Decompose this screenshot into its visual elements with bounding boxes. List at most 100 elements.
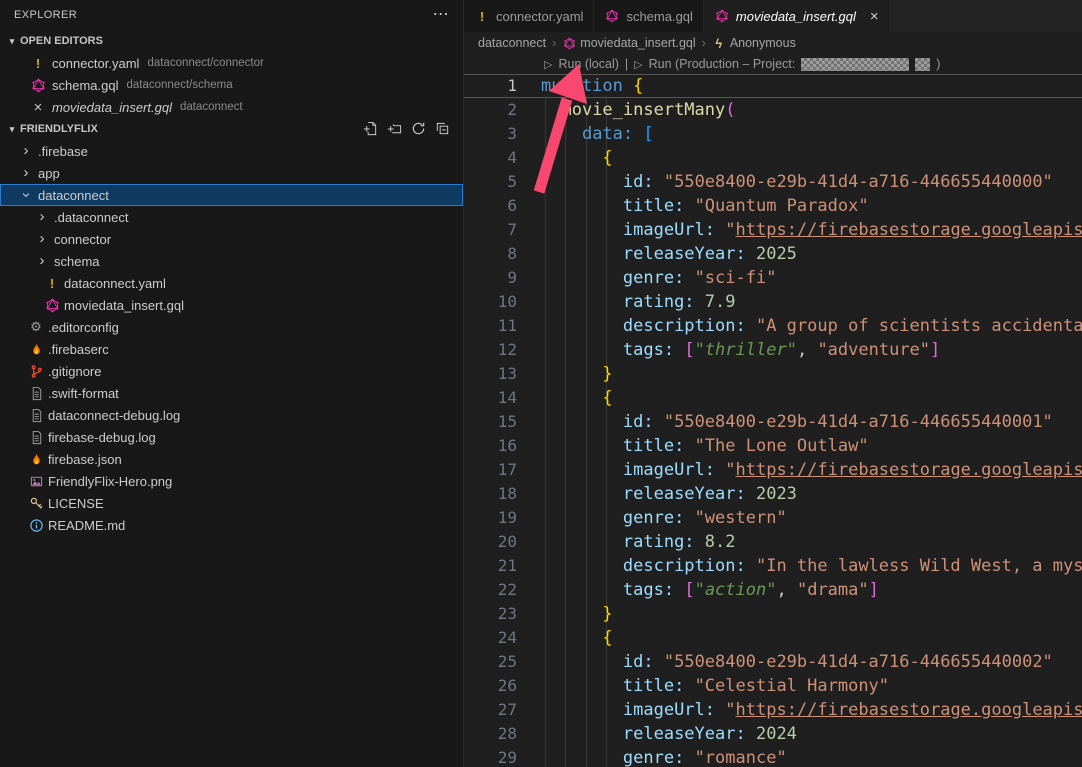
open-editor-item-connector.yaml[interactable]: !connector.yamldataconnect/connector bbox=[0, 52, 463, 74]
tree-item-label: .dataconnect bbox=[54, 210, 128, 225]
code-line-12[interactable]: 12 tags: ["thriller", "adventure"] bbox=[464, 338, 1082, 362]
tree-item-connector[interactable]: › connector bbox=[0, 228, 463, 250]
code-line-text: id: "550e8400-e29b-41d4-a716-44665544000… bbox=[541, 650, 1053, 674]
code-line-6[interactable]: 6 title: "Quantum Paradox" bbox=[464, 194, 1082, 218]
code-line-21[interactable]: 21 description: "In the lawless Wild Wes… bbox=[464, 554, 1082, 578]
code-line-8[interactable]: 8 releaseYear: 2025 bbox=[464, 242, 1082, 266]
redacted-badge bbox=[915, 58, 930, 71]
tree-item-schema[interactable]: ›schema bbox=[0, 250, 463, 272]
line-number: 19 bbox=[464, 506, 541, 530]
tab-schema.gql[interactable]: schema.gql bbox=[594, 0, 703, 32]
code-line-15[interactable]: 15 id: "550e8400-e29b-41d4-a716-44665544… bbox=[464, 410, 1082, 434]
code-line-5[interactable]: 5 id: "550e8400-e29b-41d4-a716-446655440… bbox=[464, 170, 1082, 194]
tree-item-moviedata_insert.gql[interactable]: moviedata_insert.gql bbox=[0, 294, 463, 316]
code-line-text: description: "A group of scientists acci… bbox=[541, 314, 1082, 338]
codelens-run-production[interactable]: Run (Production – Project: bbox=[649, 57, 796, 71]
line-number: 1 bbox=[464, 74, 541, 98]
tree-item-label: firebase.json bbox=[48, 452, 122, 467]
tree-item-README.md[interactable]: README.md bbox=[0, 514, 463, 536]
editor-group: !connector.yaml schema.gql moviedata_inser… bbox=[464, 0, 1082, 767]
tree-item-.firebase[interactable]: ›.firebase bbox=[0, 140, 463, 162]
code-line-23[interactable]: 23 } bbox=[464, 602, 1082, 626]
code-line-18[interactable]: 18 releaseYear: 2023 bbox=[464, 482, 1082, 506]
line-number: 20 bbox=[464, 530, 541, 554]
breadcrumb-item-Anonymous[interactable]: ϟAnonymous bbox=[712, 36, 796, 50]
collapse-all-icon[interactable] bbox=[435, 121, 451, 137]
line-number: 14 bbox=[464, 386, 541, 410]
tree-item-.gitignore[interactable]: .gitignore bbox=[0, 360, 463, 382]
code-line-4[interactable]: 4 { bbox=[464, 146, 1082, 170]
code-area[interactable]: 1mutation {2 movie_insertMany(3 data: [4… bbox=[464, 74, 1082, 767]
tree-item-dataconnect.yaml[interactable]: !dataconnect.yaml bbox=[0, 272, 463, 294]
code-line-24[interactable]: 24 { bbox=[464, 626, 1082, 650]
tree-item-FriendlyFlix-Hero.png[interactable]: FriendlyFlix-Hero.png bbox=[0, 470, 463, 492]
graphql-icon bbox=[604, 8, 620, 24]
code-line-28[interactable]: 28 releaseYear: 2024 bbox=[464, 722, 1082, 746]
tree-item-.swift-format[interactable]: .swift-format bbox=[0, 382, 463, 404]
tree-item-LICENSE[interactable]: LICENSE bbox=[0, 492, 463, 514]
open-editor-label: connector.yaml bbox=[52, 56, 139, 71]
tree-item-.editorconfig[interactable]: ⚙.editorconfig bbox=[0, 316, 463, 338]
warning-icon: ! bbox=[30, 55, 46, 71]
code-line-text: title: "The Lone Outlaw" bbox=[541, 434, 869, 458]
tab-moviedata_insert.gql[interactable]: moviedata_insert.gql× bbox=[704, 0, 890, 32]
code-line-20[interactable]: 20 rating: 8.2 bbox=[464, 530, 1082, 554]
code-line-text: releaseYear: 2025 bbox=[541, 242, 797, 266]
code-line-11[interactable]: 11 description: "A group of scientists a… bbox=[464, 314, 1082, 338]
chevron-down-icon: ▾ bbox=[4, 124, 20, 135]
code-line-27[interactable]: 27 imageUrl: "https://firebasestorage.go… bbox=[464, 698, 1082, 722]
open-editor-item-moviedata_insert.gql[interactable]: ×moviedata_insert.gqldataconnect bbox=[0, 96, 463, 118]
code-line-7[interactable]: 7 imageUrl: "https://firebasestorage.goo… bbox=[464, 218, 1082, 242]
code-line-3[interactable]: 3 data: [ bbox=[464, 122, 1082, 146]
tree-item-.dataconnect[interactable]: › .dataconnect bbox=[0, 206, 463, 228]
breadcrumb-item-moviedata_insert.gql[interactable]: moviedata_insert.gql bbox=[562, 36, 695, 50]
tree-item-label: .firebase bbox=[38, 144, 88, 159]
code-line-22[interactable]: 22 tags: ["action", "drama"] bbox=[464, 578, 1082, 602]
tree-item-dataconnect-debug.log[interactable]: dataconnect-debug.log bbox=[0, 404, 463, 426]
code-line-16[interactable]: 16 title: "The Lone Outlaw" bbox=[464, 434, 1082, 458]
tree-item-dataconnect[interactable]: ›dataconnect bbox=[0, 184, 463, 206]
tree-item-label: .editorconfig bbox=[48, 320, 119, 335]
codelens-bar: ▷ Run (local) | ▷ Run (Production – Proj… bbox=[464, 54, 1082, 74]
tab-label: schema.gql bbox=[626, 9, 692, 24]
new-folder-icon[interactable] bbox=[387, 121, 403, 137]
code-line-text: genre: "sci-fi" bbox=[541, 266, 776, 290]
tree-item-label: .firebaserc bbox=[48, 342, 109, 357]
code-line-14[interactable]: 14 { bbox=[464, 386, 1082, 410]
tree-item-firebase-debug.log[interactable]: firebase-debug.log bbox=[0, 426, 463, 448]
code-line-19[interactable]: 19 genre: "western" bbox=[464, 506, 1082, 530]
new-file-icon[interactable] bbox=[363, 121, 379, 137]
tab-bar: !connector.yaml schema.gql moviedata_inser… bbox=[464, 0, 1082, 32]
open-editor-item-schema.gql[interactable]: schema.gqldataconnect/schema bbox=[0, 74, 463, 96]
codelens-run-local[interactable]: Run (local) bbox=[558, 57, 618, 71]
line-number: 3 bbox=[464, 122, 541, 146]
line-number: 18 bbox=[464, 482, 541, 506]
close-icon[interactable]: × bbox=[30, 99, 46, 115]
tree-item-firebase.json[interactable]: firebase.json bbox=[0, 448, 463, 470]
breadcrumb-item-dataconnect[interactable]: dataconnect bbox=[478, 36, 546, 50]
workspace-section-header[interactable]: ▾ FRIENDLYFLIX bbox=[0, 118, 463, 140]
more-actions-icon[interactable]: ⋯ bbox=[433, 7, 449, 23]
code-line-1[interactable]: 1mutation { bbox=[464, 74, 1082, 98]
code-line-29[interactable]: 29 genre: "romance" bbox=[464, 746, 1082, 767]
code-line-13[interactable]: 13 } bbox=[464, 362, 1082, 386]
code-line-25[interactable]: 25 id: "550e8400-e29b-41d4-a716-44665544… bbox=[464, 650, 1082, 674]
close-icon[interactable]: × bbox=[870, 8, 879, 25]
tree-item-app[interactable]: ›app bbox=[0, 162, 463, 184]
line-number: 25 bbox=[464, 650, 541, 674]
code-line-17[interactable]: 17 imageUrl: "https://firebasestorage.go… bbox=[464, 458, 1082, 482]
tab-connector.yaml[interactable]: !connector.yaml bbox=[464, 0, 594, 32]
refresh-icon[interactable] bbox=[411, 121, 427, 137]
code-line-2[interactable]: 2 movie_insertMany( bbox=[464, 98, 1082, 122]
open-editors-list: !connector.yamldataconnect/connectorsche… bbox=[0, 52, 463, 118]
explorer-sidebar: EXPLORER ⋯ ▾ OPEN EDITORS !connector.yam… bbox=[0, 0, 464, 767]
line-number: 10 bbox=[464, 290, 541, 314]
chevron-right-icon: › bbox=[34, 207, 50, 227]
chevron-right-icon: › bbox=[34, 229, 50, 249]
tree-item-.firebaserc[interactable]: .firebaserc bbox=[0, 338, 463, 360]
tree-item-label: connector bbox=[54, 232, 111, 247]
code-line-10[interactable]: 10 rating: 7.9 bbox=[464, 290, 1082, 314]
code-line-9[interactable]: 9 genre: "sci-fi" bbox=[464, 266, 1082, 290]
open-editors-section-header[interactable]: ▾ OPEN EDITORS bbox=[0, 30, 463, 52]
code-line-26[interactable]: 26 title: "Celestial Harmony" bbox=[464, 674, 1082, 698]
